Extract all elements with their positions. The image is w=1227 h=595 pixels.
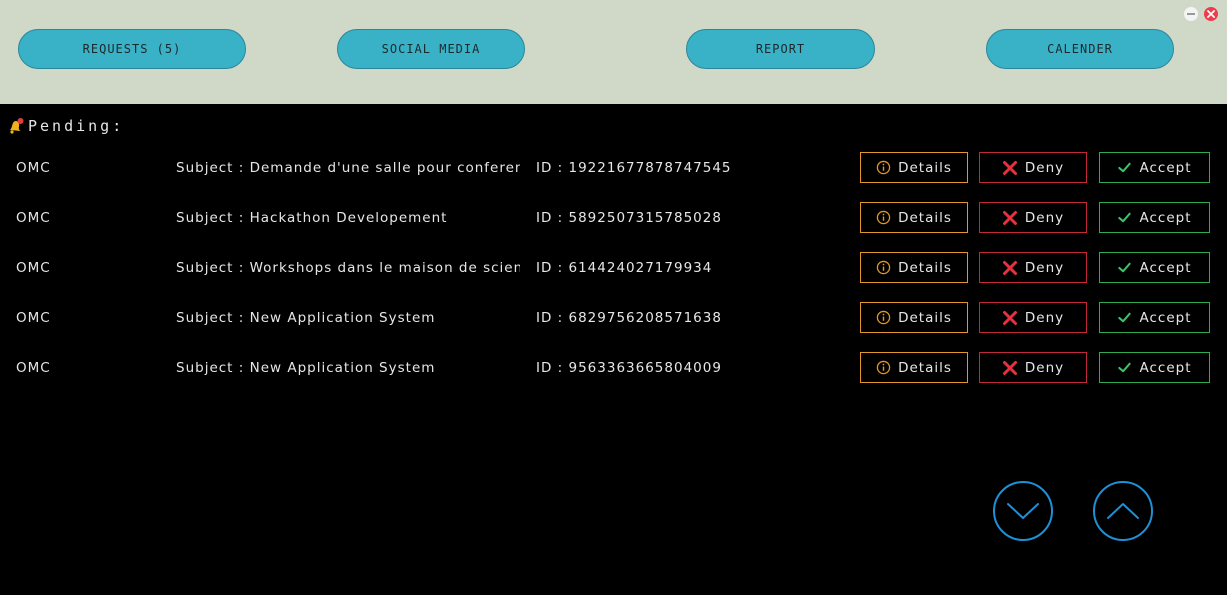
accept-button[interactable]: Accept [1099,352,1210,383]
request-org: OMC [16,160,51,176]
check-icon [1118,262,1132,273]
deny-label: Deny [1024,359,1065,376]
check-icon [1118,162,1132,173]
info-circle-icon [876,260,891,275]
request-row: OMC Subject : Workshops dans le maison d… [0,243,1227,293]
request-row: OMC Subject : New Application System ID … [0,343,1227,393]
request-id: ID : 6829756208571638 [536,310,722,326]
accept-label: Accept [1139,209,1192,226]
deny-button[interactable]: Deny [979,202,1087,233]
details-button[interactable]: Details [860,352,968,383]
top-navigation-bar: REQUESTS (5) SOCIAL MEDIA REPORT CALENDE… [0,0,1227,104]
check-icon [1118,312,1132,323]
request-id: ID : 614424027179934 [536,260,713,276]
request-id: ID : 9563363665804009 [536,360,722,376]
request-row: OMC Subject : Hackathon Developement ID … [0,193,1227,243]
section-title: Pending: [28,117,125,135]
nav-social-media-button[interactable]: SOCIAL MEDIA [337,29,525,69]
request-id: ID : 19221677878747545 [536,160,732,176]
check-icon [1118,362,1132,373]
deny-label: Deny [1024,309,1065,326]
details-label: Details [898,209,952,226]
accept-label: Accept [1139,359,1192,376]
deny-label: Deny [1024,159,1065,176]
request-row: OMC Subject : New Application System ID … [0,293,1227,343]
pending-section-header: Pending: [7,117,124,135]
nav-calender-button[interactable]: CALENDER [986,29,1174,69]
details-label: Details [898,159,952,176]
request-org: OMC [16,310,51,326]
accept-label: Accept [1139,159,1192,176]
accept-button[interactable]: Accept [1099,302,1210,333]
request-row: OMC Subject : Demande d'une salle pour c… [0,143,1227,193]
request-list: OMC Subject : Demande d'une salle pour c… [0,143,1227,393]
close-icon[interactable] [1204,7,1218,21]
deny-button[interactable]: Deny [979,352,1087,383]
nav-report-button[interactable]: REPORT [686,29,875,69]
deny-label: Deny [1024,259,1065,276]
accept-label: Accept [1139,259,1192,276]
app-window: REQUESTS (5) SOCIAL MEDIA REPORT CALENDE… [0,0,1227,595]
info-circle-icon [876,210,891,225]
scroll-up-button[interactable] [1093,481,1153,541]
details-button[interactable]: Details [860,152,968,183]
request-org: OMC [16,360,51,376]
x-icon [1002,210,1017,225]
accept-label: Accept [1139,309,1192,326]
x-icon [1002,260,1017,275]
request-subject: Subject : New Application System [176,310,436,326]
details-label: Details [898,309,952,326]
minimize-icon[interactable] [1184,7,1198,21]
request-subject: Subject : Workshops dans le maison de sc… [176,260,520,276]
accept-button[interactable]: Accept [1099,152,1210,183]
details-button[interactable]: Details [860,202,968,233]
check-icon [1118,212,1132,223]
deny-button[interactable]: Deny [979,152,1087,183]
details-button[interactable]: Details [860,302,968,333]
request-subject: Subject : Demande d'une salle pour confe… [176,160,520,176]
x-icon [1002,310,1017,325]
info-circle-icon [876,310,891,325]
deny-label: Deny [1024,209,1065,226]
accept-button[interactable]: Accept [1099,202,1210,233]
scroll-down-button[interactable] [993,481,1053,541]
x-icon [1002,160,1017,175]
accept-button[interactable]: Accept [1099,252,1210,283]
deny-button[interactable]: Deny [979,302,1087,333]
info-circle-icon [876,160,891,175]
request-subject: Subject : New Application System [176,360,436,376]
chevron-down-icon [1007,503,1039,519]
deny-button[interactable]: Deny [979,252,1087,283]
details-button[interactable]: Details [860,252,968,283]
chevron-up-icon [1107,503,1139,519]
details-label: Details [898,259,952,276]
details-label: Details [898,359,952,376]
info-circle-icon [876,360,891,375]
request-id: ID : 5892507315785028 [536,210,722,226]
request-org: OMC [16,260,51,276]
x-icon [1002,360,1017,375]
bell-icon [10,118,24,134]
nav-requests-button[interactable]: REQUESTS (5) [18,29,246,69]
request-subject: Subject : Hackathon Developement [176,210,448,226]
request-org: OMC [16,210,51,226]
